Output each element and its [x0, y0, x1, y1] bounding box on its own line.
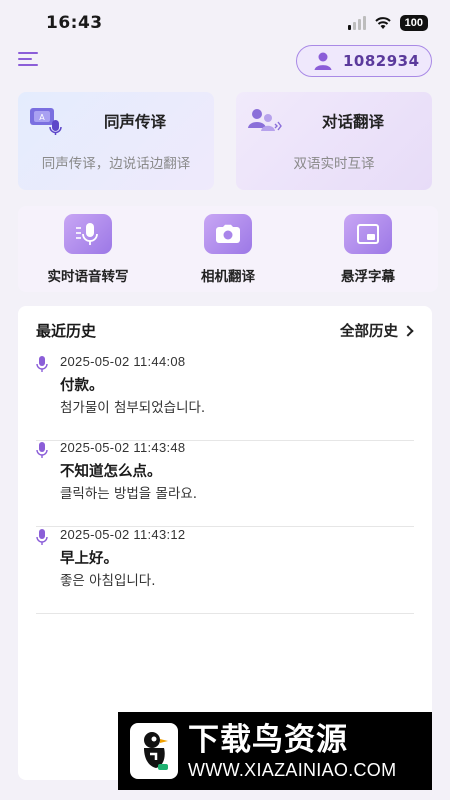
history-translated-text: 좋은 아침입니다. — [60, 573, 156, 589]
watermark-banner: 下载鸟资源 WWW.XIAZAINIAO.COM — [118, 712, 432, 790]
all-history-link[interactable]: 全部历史 — [340, 320, 414, 341]
tools-panel: 实时语音转写 相机翻译 悬浮字幕 — [18, 206, 438, 292]
microphone-icon — [36, 529, 48, 545]
history-translated-text: 클릭하는 방법을 몰라요. — [60, 486, 198, 502]
floating-subtitle-label: 悬浮字幕 — [341, 269, 395, 285]
floating-subtitle-button[interactable]: 悬浮字幕 — [303, 214, 433, 285]
history-item[interactable]: 2025-05-02 11:43:48 不知道怎么点。 클릭하는 방법을 몰라요… — [36, 440, 414, 527]
chevron-right-icon — [402, 324, 414, 337]
realtime-transcription-label: 实时语音转写 — [47, 269, 129, 285]
status-icons: 100 — [347, 15, 428, 31]
history-source-text: 早上好。 — [60, 551, 118, 567]
history-timestamp: 2025-05-02 11:44:08 — [60, 354, 186, 369]
cellular-signal-icon — [347, 16, 366, 30]
menu-icon[interactable] — [18, 50, 40, 68]
user-id: 1082934 — [343, 52, 420, 70]
watermark-text: 下载鸟资源 WWW.XIAZAINIAO.COM — [188, 721, 396, 781]
user-avatar-icon — [314, 52, 332, 70]
watermark-title: 下载鸟资源 — [188, 722, 348, 758]
simultaneous-card-title: 同声传译 — [104, 113, 167, 131]
history-translated-text: 첨가물이 첨부되었습니다. — [60, 400, 206, 416]
wifi-icon — [374, 17, 391, 29]
svg-text:A: A — [39, 113, 45, 122]
battery-icon: 100 — [399, 15, 428, 31]
camera-translation-label: 相机翻译 — [201, 269, 255, 285]
camera-translation-button[interactable]: 相机翻译 — [163, 214, 293, 285]
watermark-url: WWW.XIAZAINIAO.COM — [188, 760, 397, 780]
dialog-translation-icon — [248, 109, 282, 131]
microphone-icon — [36, 356, 48, 372]
simultaneous-interpretation-icon: A — [30, 108, 62, 135]
recent-history-panel: 最近历史 全部历史 2025-05-02 11:44:08 付款。 첨가물이 첨… — [18, 306, 432, 780]
simultaneous-interpretation-card[interactable]: A 同声传译 同声传译，边说话边翻译 — [18, 92, 214, 190]
microphone-transcribe-icon — [64, 214, 112, 254]
history-source-text: 付款。 — [60, 378, 104, 394]
history-source-text: 不知道怎么点。 — [60, 464, 162, 480]
history-item[interactable]: 2025-05-02 11:43:12 早上好。 좋은 아침입니다. — [36, 527, 414, 614]
history-timestamp: 2025-05-02 11:43:12 — [60, 527, 186, 542]
all-history-label: 全部历史 — [340, 324, 398, 340]
top-bar: 1082934 — [0, 44, 450, 78]
dialog-card-title: 对话翻译 — [322, 113, 385, 131]
user-account-button[interactable]: 1082934 — [296, 45, 432, 77]
camera-icon — [204, 214, 252, 254]
realtime-transcription-button[interactable]: 实时语音转写 — [23, 214, 153, 285]
history-timestamp: 2025-05-02 11:43:48 — [60, 440, 186, 455]
history-item[interactable]: 2025-05-02 11:44:08 付款。 첨가물이 첨부되었습니다. — [36, 354, 414, 441]
microphone-icon — [36, 442, 48, 458]
dialog-card-subtitle: 双语实时互译 — [293, 156, 375, 172]
bird-logo-icon — [130, 723, 178, 779]
floating-window-icon — [344, 214, 392, 254]
dialog-translation-card[interactable]: 对话翻译 双语实时互译 — [236, 92, 432, 190]
status-bar: 16:43 100 — [0, 0, 450, 46]
simultaneous-card-subtitle: 同声传译，边说话边翻译 — [41, 156, 191, 172]
status-time: 16:43 — [46, 13, 103, 33]
recent-history-title: 最近历史 — [36, 322, 97, 340]
